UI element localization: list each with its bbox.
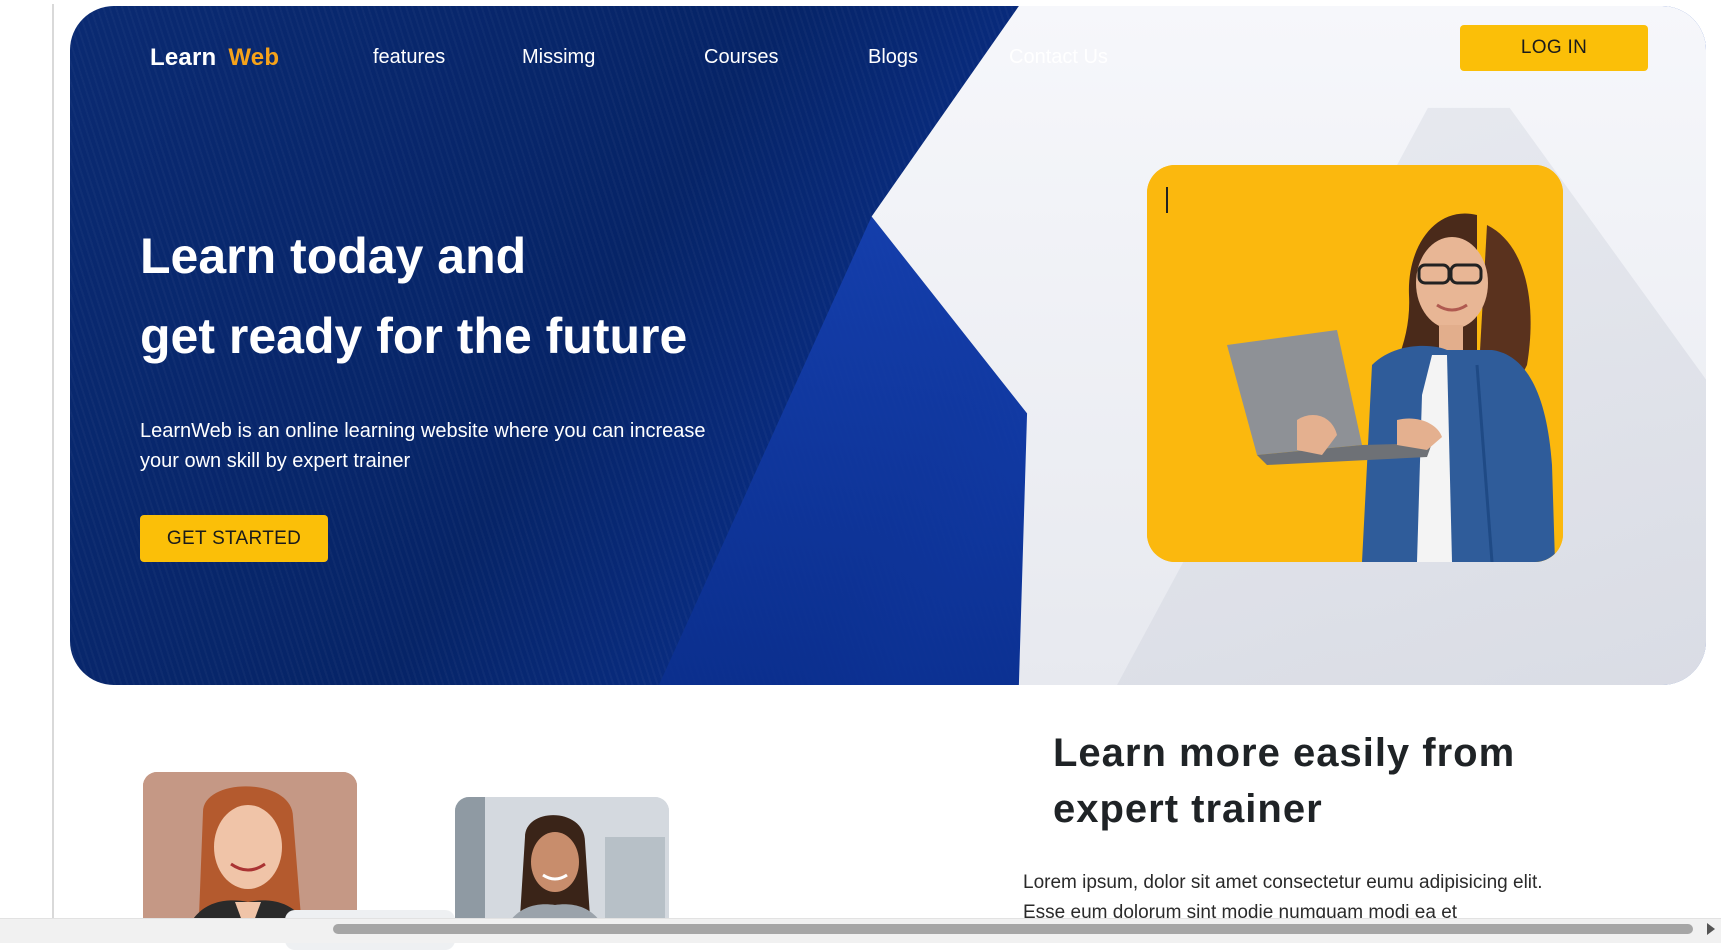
- hero-description: LearnWeb is an online learning website w…: [140, 420, 706, 472]
- logo[interactable]: Learn Web: [150, 44, 279, 72]
- scroll-right-arrow-icon[interactable]: [1707, 923, 1715, 935]
- woman-laptop-illustration: [1147, 165, 1563, 562]
- section-title: Learn more easily from expert trainer: [1053, 725, 1515, 837]
- logo-accent: Web: [228, 44, 280, 71]
- text-caret: [1166, 187, 1168, 213]
- top-nav: Learn Web features Missimg Courses Blogs …: [70, 6, 1706, 106]
- nav-courses[interactable]: Courses: [704, 46, 778, 69]
- scrollbar-thumb[interactable]: [333, 924, 1693, 934]
- nav-missimg[interactable]: Missimg: [522, 46, 595, 69]
- hero-title-line2: get ready for the future: [140, 308, 688, 364]
- nav-blogs[interactable]: Blogs: [868, 46, 918, 69]
- hero-banner: Learn Web features Missimg Courses Blogs …: [70, 6, 1706, 685]
- section-title-line2: expert trainer: [1053, 787, 1323, 831]
- login-button[interactable]: LOG IN: [1460, 25, 1648, 71]
- section-title-line1: Learn more easily from: [1053, 731, 1516, 775]
- get-started-button[interactable]: GET STARTED: [140, 515, 328, 562]
- hero-title-line1: Learn today and: [140, 228, 527, 284]
- nav-features[interactable]: features: [373, 46, 445, 69]
- hero-image-woman-with-laptop: [1147, 165, 1563, 562]
- horizontal-scrollbar[interactable]: [0, 918, 1721, 943]
- hero-title: Learn today and get ready for the future: [140, 216, 687, 376]
- nav-contact-us[interactable]: Contact Us: [1009, 46, 1108, 69]
- logo-main: Learn: [150, 44, 217, 71]
